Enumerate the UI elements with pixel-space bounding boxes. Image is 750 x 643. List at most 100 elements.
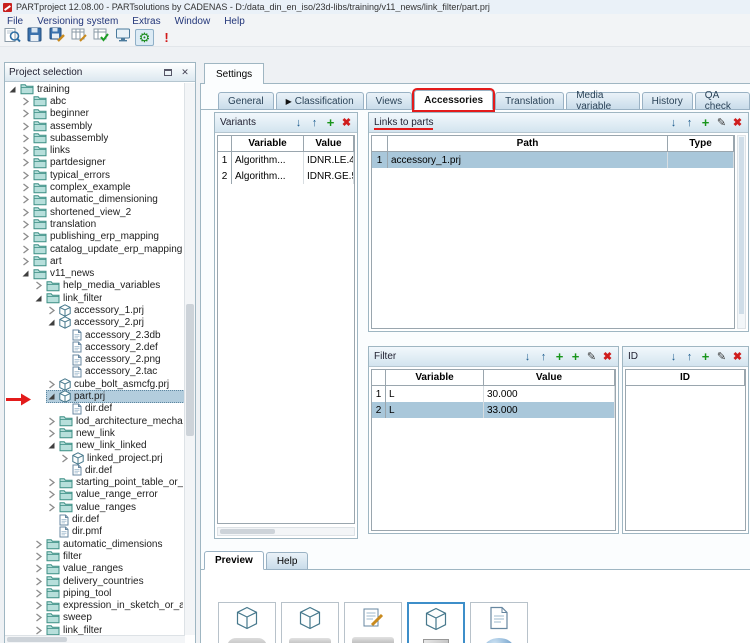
tree-item-link-filter[interactable]: link_filter <box>5 292 185 304</box>
expand-icon[interactable] <box>33 589 43 598</box>
tree-item-dir-def[interactable]: dir.def <box>5 403 185 415</box>
tree-item-sweep[interactable]: sweep <box>5 612 185 624</box>
links-delete-icon[interactable]: ✖ <box>732 117 743 129</box>
preview-window-button[interactable] <box>113 29 132 46</box>
filter-move-up-icon[interactable]: ↑ <box>538 351 549 363</box>
links-add-icon[interactable]: + <box>700 117 711 129</box>
tree-item-accessory-2-tac[interactable]: accessory_2.tac <box>5 366 185 378</box>
tree-item-translation[interactable]: translation <box>5 218 185 230</box>
tab-help[interactable]: Help <box>266 552 309 570</box>
expand-icon[interactable] <box>46 478 56 487</box>
tree-item-value-range-error[interactable]: value_range_error <box>5 489 185 501</box>
tree-item-help-media-variables[interactable]: help_media_variables <box>5 280 185 292</box>
expand-icon[interactable] <box>46 490 56 499</box>
id-move-down-icon[interactable]: ↓ <box>668 351 679 363</box>
variants-move-up-icon[interactable]: ↑ <box>309 117 320 129</box>
table-cell[interactable]: Algorithm... <box>232 152 304 168</box>
preview-thumbnail-5[interactable] <box>470 602 528 643</box>
tab-history[interactable]: History <box>642 92 693 110</box>
expand-icon[interactable] <box>33 613 43 622</box>
expand-icon[interactable] <box>33 281 43 290</box>
column-header-id[interactable]: ID <box>626 370 745 385</box>
filter-move-down-icon[interactable]: ↓ <box>522 351 533 363</box>
id-edit-icon[interactable]: ✎ <box>716 351 727 363</box>
expand-icon[interactable] <box>20 245 30 254</box>
variants-add-icon[interactable]: + <box>325 117 336 129</box>
tab-preview[interactable]: Preview <box>204 551 264 570</box>
tab-general[interactable]: General <box>218 92 274 110</box>
tree-item-dir-pmf[interactable]: dir.pmf <box>5 526 185 538</box>
variants-move-down-icon[interactable]: ↓ <box>293 117 304 129</box>
expand-icon[interactable] <box>20 195 30 204</box>
preview-thumbnail-2[interactable] <box>281 602 339 643</box>
table-cell[interactable]: 33.000 <box>484 402 615 418</box>
tree-item-accessory-2-prj[interactable]: accessory_2.prj <box>5 317 185 329</box>
expand-icon[interactable] <box>20 97 30 106</box>
collapse-icon[interactable] <box>46 392 56 401</box>
tree-item-new-link-linked[interactable]: new_link_linked <box>5 440 185 452</box>
tree-item-piping-tool[interactable]: piping_tool <box>5 587 185 599</box>
expand-icon[interactable] <box>20 134 30 143</box>
column-header-type[interactable]: Type <box>668 136 734 151</box>
tree-item-abc[interactable]: abc <box>5 95 185 107</box>
table-cell[interactable]: L <box>386 386 484 402</box>
expand-icon[interactable] <box>33 564 43 573</box>
tree-item-link-filter[interactable]: link_filter <box>5 624 185 635</box>
tree-item-training[interactable]: training <box>5 83 185 95</box>
table-cell[interactable]: accessory_1.prj <box>388 152 668 168</box>
column-header-value[interactable]: Value <box>484 370 615 385</box>
filter-add-alt-icon[interactable]: + <box>570 351 581 363</box>
expand-icon[interactable] <box>20 109 30 118</box>
collapse-icon[interactable] <box>7 85 17 94</box>
expand-icon[interactable] <box>20 158 30 167</box>
table-cell[interactable]: 30.000 <box>484 386 615 402</box>
scroll-thumb[interactable] <box>739 137 744 314</box>
menu-window[interactable]: Window <box>168 14 218 28</box>
links-move-down-icon[interactable]: ↓ <box>668 117 679 129</box>
preview-thumbnail-3[interactable] <box>344 602 402 643</box>
tree-item-dir-def[interactable]: dir.def <box>5 513 185 525</box>
expand-icon[interactable] <box>46 306 56 315</box>
tab-media-variable[interactable]: Media variable <box>566 92 639 110</box>
tree-item-assembly[interactable]: assembly <box>5 120 185 132</box>
table-row[interactable]: 2L33.000 <box>372 402 615 418</box>
tree-item-accessory-2-png[interactable]: accessory_2.png <box>5 354 185 366</box>
expand-icon[interactable] <box>46 417 56 426</box>
table-cell[interactable]: L <box>386 402 484 418</box>
table-cell[interactable]: IDNR.GE.5 <box>304 168 354 184</box>
expand-icon[interactable] <box>33 577 43 586</box>
scroll-thumb[interactable] <box>220 529 275 534</box>
filter-add-icon[interactable]: + <box>554 351 565 363</box>
tree-horizontal-scrollbar[interactable] <box>5 635 185 643</box>
menu-versioning-system[interactable]: Versioning system <box>30 14 125 28</box>
expand-icon[interactable] <box>20 146 30 155</box>
tree-item-expression-in-sketch-or-alg[interactable]: expression_in_sketch_or_alg... <box>5 599 185 611</box>
tab-views[interactable]: Views <box>366 92 413 110</box>
settings-gear-button[interactable]: ⚙ <box>135 29 154 46</box>
tree-item-subassembly[interactable]: subassembly <box>5 132 185 144</box>
tab-qa-check[interactable]: QA check <box>695 92 750 110</box>
column-header-variable[interactable]: Variable <box>232 136 304 151</box>
expand-icon[interactable] <box>33 601 43 610</box>
table-edit-button[interactable] <box>69 29 88 46</box>
undock-icon[interactable] <box>162 66 174 78</box>
expand-icon[interactable] <box>46 380 56 389</box>
variants-horizontal-scrollbar[interactable] <box>217 527 355 536</box>
table-row[interactable]: 1accessory_1.prj <box>372 152 734 168</box>
tree-item-shortened-view-2[interactable]: shortened_view_2 <box>5 206 185 218</box>
expand-icon[interactable] <box>33 540 43 549</box>
tree-item-art[interactable]: art <box>5 255 185 267</box>
column-header-path[interactable]: Path <box>388 136 668 151</box>
tab-translation[interactable]: Translation <box>495 92 564 110</box>
table-cell[interactable]: Algorithm... <box>232 168 304 184</box>
column-header-variable[interactable]: Variable <box>386 370 484 385</box>
tree-item-part-prj[interactable]: part.prj <box>5 390 185 402</box>
tree-item-partdesigner[interactable]: partdesigner <box>5 157 185 169</box>
tree-item-publishing-erp-mapping[interactable]: publishing_erp_mapping <box>5 231 185 243</box>
table-row[interactable]: 2Algorithm...IDNR.GE.5 <box>218 168 354 184</box>
links-edit-icon[interactable]: ✎ <box>716 117 727 129</box>
id-move-up-icon[interactable]: ↑ <box>684 351 695 363</box>
expand-icon[interactable] <box>46 429 56 438</box>
close-icon[interactable]: ✕ <box>179 66 191 78</box>
table-row[interactable]: 1Algorithm...IDNR.LE.4 <box>218 152 354 168</box>
